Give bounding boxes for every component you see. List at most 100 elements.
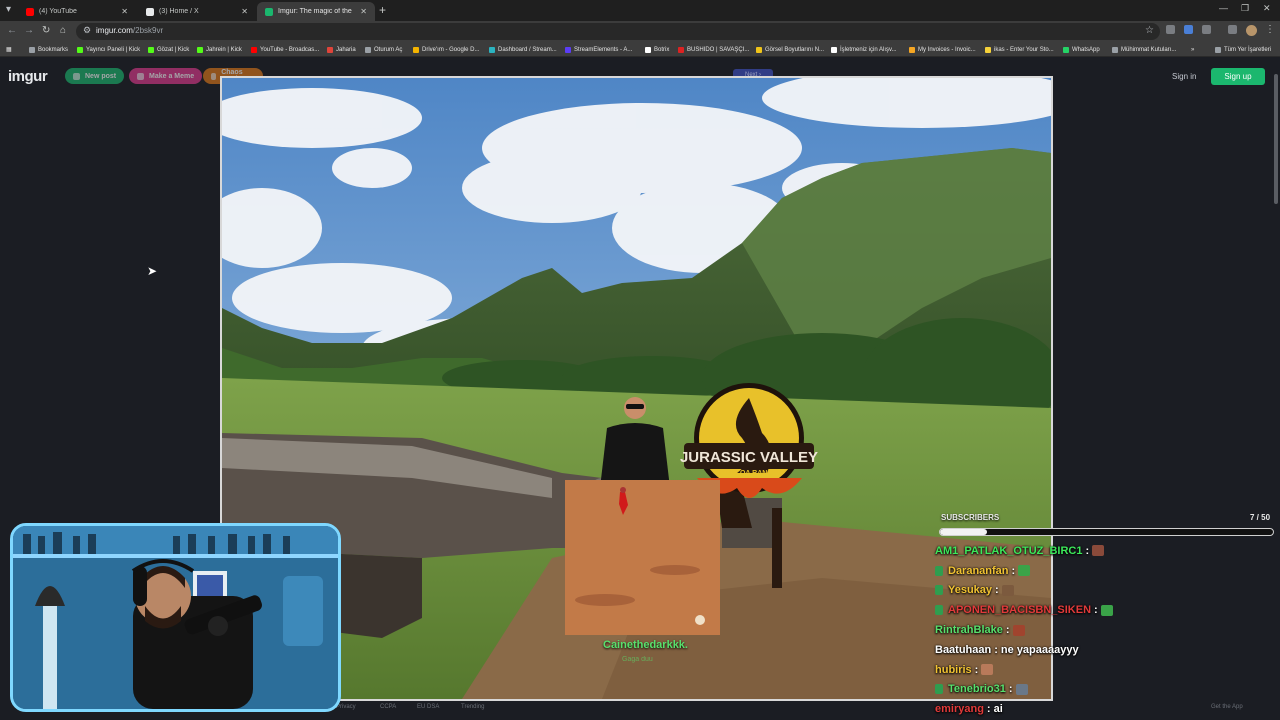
bookmark-label: YouTube - Broadcas...: [260, 46, 320, 53]
bookmark-label: İşletmeniz için Alışv...: [840, 46, 897, 53]
bookmark-item[interactable]: Drive'ım - Google D...: [413, 44, 480, 55]
extensions-puzzle-icon[interactable]: [1202, 25, 1211, 34]
bookmark-label: BUSHIDO | SAVAŞÇI...: [687, 46, 750, 53]
profile-avatar[interactable]: [1246, 25, 1257, 36]
reload-icon[interactable]: ↻: [42, 25, 50, 36]
browser-menu-icon[interactable]: ⋮: [1265, 24, 1275, 35]
bookmark-label: ikas - Enter Your Sto...: [994, 46, 1054, 53]
bookmark-item[interactable]: Jahrein | Kick: [197, 44, 242, 55]
chat-emote-icon: [1018, 565, 1031, 577]
bookmark-item[interactable]: YouTube - Broadcas...: [251, 44, 319, 55]
chat-username: Baatuhaan: [935, 643, 992, 656]
bookmark-item[interactable]: My Invoices - Invoic...: [909, 44, 976, 55]
close-tab-icon[interactable]: ✕: [241, 7, 248, 16]
chat-message: RintrahBlake:: [935, 620, 1265, 640]
bookmark-item[interactable]: BUSHIDO | SAVAŞÇI...: [678, 44, 749, 55]
tab-title: (4) YouTube: [39, 8, 77, 15]
sign-in-link[interactable]: Sign in: [1172, 72, 1196, 81]
bookmark-favicon-icon: [327, 46, 333, 53]
tab-x-home[interactable]: (3) Home / X ✕: [138, 2, 256, 21]
new-post-button[interactable]: New post: [65, 68, 125, 84]
tab-title: (3) Home / X: [159, 8, 199, 15]
footer-link[interactable]: CCPA: [380, 704, 396, 710]
close-tab-icon[interactable]: ✕: [360, 7, 367, 16]
bookmark-item[interactable]: Görsel Boyutlarını N...: [756, 44, 824, 55]
minimize-icon[interactable]: —: [1219, 3, 1228, 13]
tab-search-icon[interactable]: ▾: [6, 4, 11, 15]
subscribers-progress-fill: [940, 529, 987, 535]
webcam-overlay: [10, 523, 341, 712]
close-window-icon[interactable]: ✕: [1263, 3, 1271, 14]
new-tab-button[interactable]: +: [379, 3, 386, 17]
bookmark-favicon-icon: [756, 46, 762, 53]
chat-separator: :: [995, 584, 999, 597]
chat-emote-icon: [1015, 683, 1028, 695]
bookmark-label: Jaharia: [336, 46, 356, 53]
scrollbar-thumb[interactable]: [1274, 74, 1278, 204]
bookmark-label: StreamElements - A...: [574, 46, 633, 53]
chat-text: ne yapaaaayyy: [1000, 643, 1079, 656]
chat-emote-icon: [1092, 545, 1105, 557]
bookmarks-bar: ▦ Bookmarks Yayıncı Paneli | Kick Gözat | …: [0, 42, 1280, 57]
plus-icon: [73, 72, 80, 80]
footer-link[interactable]: Trending: [461, 704, 484, 710]
bookmarks-overflow-icon[interactable]: »: [1191, 44, 1194, 55]
bookmark-item[interactable]: Botrix: [645, 44, 669, 55]
address-bar[interactable]: ⚙ imgur.com/2bsk9vr ☆: [76, 23, 1160, 40]
chat-separator: :: [1008, 683, 1013, 696]
close-tab-icon[interactable]: ✕: [121, 7, 128, 16]
sign-up-button[interactable]: Sign up: [1211, 68, 1265, 85]
bookmark-item[interactable]: ikas - Enter Your Sto...: [985, 44, 1054, 55]
bookmark-item[interactable]: Yayıncı Paneli | Kick: [77, 44, 140, 55]
bookmark-item[interactable]: Mühimmat Kutuları...: [1112, 44, 1176, 55]
bookmark-favicon-icon: [489, 46, 495, 53]
subscribers-label: SUBSCRIBERS: [941, 513, 1000, 522]
bookmark-item[interactable]: Gözat | Kick: [148, 44, 189, 55]
tab-youtube[interactable]: (4) YouTube ✕: [18, 2, 136, 21]
bookmark-star-icon[interactable]: ☆: [1145, 25, 1154, 36]
make-meme-button[interactable]: Make a Meme: [129, 68, 203, 84]
chat-separator: :: [994, 643, 998, 656]
bookmark-favicon-icon: [197, 46, 203, 53]
restore-icon[interactable]: ❐: [1241, 3, 1249, 14]
bookmark-item[interactable]: Oturum Aç: [365, 44, 402, 55]
extension-icon[interactable]: [1166, 25, 1175, 34]
home-icon[interactable]: ⌂: [60, 25, 66, 36]
all-bookmarks-folder[interactable]: Tüm Yer İşaretleri: [1215, 44, 1271, 55]
back-icon[interactable]: ←: [7, 25, 17, 36]
bookmark-favicon-icon: [985, 46, 991, 53]
subscriber-badge-icon: [935, 585, 943, 596]
bookmark-favicon-icon: [909, 46, 915, 53]
chat-username: Darananfan: [948, 564, 1009, 577]
downloads-icon[interactable]: [1228, 25, 1237, 34]
chat-emote-icon: [1100, 604, 1113, 616]
bookmark-item[interactable]: StreamElements - A...: [565, 44, 632, 55]
site-info-icon[interactable]: ⚙: [83, 25, 91, 36]
extension-icon[interactable]: [1184, 25, 1193, 34]
footer-link[interactable]: Privacy: [336, 704, 356, 710]
chat-message: APONEN_BACISBN_SIKEN:: [935, 600, 1265, 620]
forward-icon[interactable]: →: [24, 25, 34, 36]
tab-imgur[interactable]: Imgur: The magic of the Intern ✕: [257, 2, 375, 21]
bookmark-item[interactable]: WhatsApp: [1063, 44, 1100, 55]
bookmark-item[interactable]: Bookmarks: [29, 44, 68, 55]
chat-username: emiryang: [935, 703, 984, 716]
chat-username: AM1_PATLAK_OTUZ_BIRC1: [935, 544, 1083, 557]
chat-separator: :: [974, 663, 979, 676]
bookmark-item[interactable]: Dashboard / Stream...: [489, 44, 557, 55]
chat-message: Darananfan:: [935, 561, 1265, 581]
folder-icon: [1215, 46, 1221, 53]
bookmark-favicon-icon: [251, 46, 257, 53]
imgur-logo[interactable]: imgur: [8, 68, 48, 85]
apps-grid-icon[interactable]: ▦: [6, 44, 12, 55]
mouse-cursor-icon: ➤: [147, 264, 158, 278]
bookmark-item[interactable]: Jaharia: [327, 44, 356, 55]
bookmark-item[interactable]: İşletmeniz için Alışv...: [831, 44, 897, 55]
clip-username: Cainethedarkkk.: [603, 639, 688, 651]
subscribers-count: 7 / 50: [1250, 513, 1271, 522]
x-favicon-icon: [146, 7, 154, 16]
footer-link[interactable]: EU DSA: [417, 704, 439, 710]
chat-message: AM1_PATLAK_OTUZ_BIRC1:: [935, 541, 1265, 561]
chat-username: Yesukay: [948, 584, 993, 597]
bookmark-favicon-icon: [365, 46, 371, 53]
